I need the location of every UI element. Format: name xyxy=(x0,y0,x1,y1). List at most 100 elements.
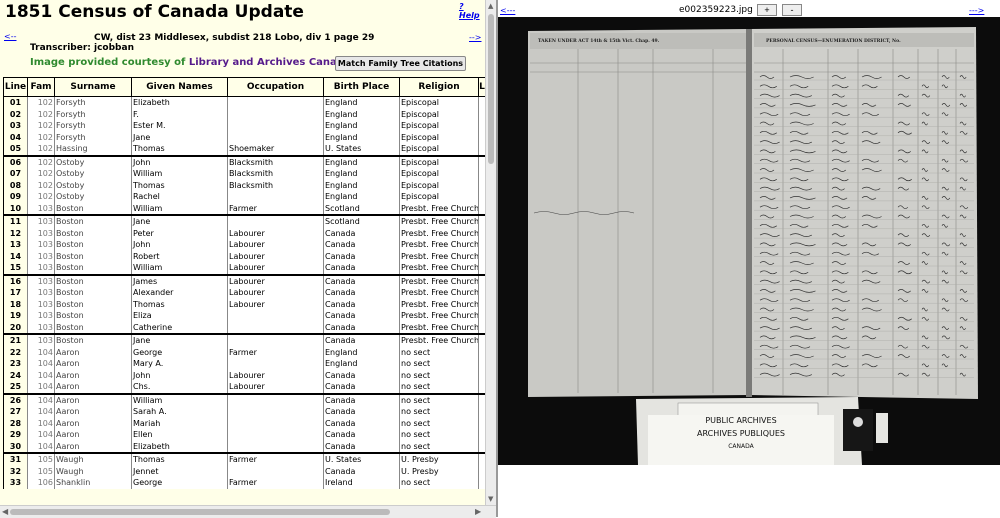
religion-cell[interactable]: no sect xyxy=(399,477,479,489)
birth-place-cell[interactable]: Canada xyxy=(323,310,400,322)
birth-place-cell[interactable]: England xyxy=(323,168,400,180)
birth-place-cell[interactable]: England xyxy=(323,191,400,203)
family-number-cell[interactable]: 104 xyxy=(27,369,55,381)
birth-place-cell[interactable]: Scotland xyxy=(323,214,400,228)
surname-cell[interactable]: Forsyth xyxy=(54,96,132,109)
occupation-cell[interactable] xyxy=(227,333,324,347)
surname-cell[interactable]: Ostoby xyxy=(54,168,132,180)
occupation-cell[interactable]: Labourer xyxy=(227,287,324,299)
surname-cell[interactable]: Ostoby xyxy=(54,154,132,168)
next-image-link[interactable]: ---> xyxy=(969,6,984,15)
surname-cell[interactable]: Forsyth xyxy=(54,131,132,143)
surname-cell[interactable]: Aaron xyxy=(54,417,132,429)
occupation-cell[interactable] xyxy=(227,131,324,143)
previous-image-link[interactable]: <--- xyxy=(500,6,515,15)
family-number-cell[interactable]: 103 xyxy=(27,310,55,322)
religion-cell[interactable]: Presbt. Free Church xyxy=(399,202,479,215)
given-names-cell[interactable]: William xyxy=(131,262,228,275)
occupation-cell[interactable] xyxy=(227,429,324,441)
given-names-cell[interactable]: Alexander xyxy=(131,287,228,299)
match-citations-button[interactable]: Match Family Tree Citations xyxy=(335,56,466,71)
scroll-left-arrow-icon[interactable]: ◀ xyxy=(2,507,8,516)
surname-cell[interactable]: Boston xyxy=(54,333,132,347)
surname-cell[interactable]: Aaron xyxy=(54,406,132,418)
religion-cell[interactable]: Episcopal xyxy=(399,108,479,120)
family-number-cell[interactable]: 103 xyxy=(27,273,55,287)
given-names-cell[interactable]: George xyxy=(131,477,228,489)
surname-cell[interactable]: Boston xyxy=(54,250,132,262)
surname-cell[interactable]: Boston xyxy=(54,239,132,251)
family-number-cell[interactable]: 104 xyxy=(27,406,55,418)
birth-place-cell[interactable]: Canada xyxy=(323,227,400,239)
given-names-cell[interactable]: William xyxy=(131,392,228,406)
census-page-image[interactable]: TAKEN UNDER ACT 14th & 15th Vict. Chap. … xyxy=(498,17,1000,465)
family-number-cell[interactable]: 103 xyxy=(27,287,55,299)
family-number-cell[interactable]: 102 xyxy=(27,143,55,156)
occupation-cell[interactable] xyxy=(227,406,324,418)
scroll-down-arrow-icon[interactable]: ▼ xyxy=(488,496,493,503)
surname-cell[interactable]: Ostoby xyxy=(54,179,132,191)
given-names-cell[interactable]: Thomas xyxy=(131,179,228,191)
surname-cell[interactable]: Aaron xyxy=(54,369,132,381)
religion-cell[interactable]: Presbt. Free Church xyxy=(399,214,479,228)
occupation-cell[interactable]: Shoemaker xyxy=(227,143,324,156)
occupation-cell[interactable]: Blacksmith xyxy=(227,179,324,191)
birth-place-cell[interactable]: Canada xyxy=(323,273,400,287)
occupation-cell[interactable]: Labourer xyxy=(227,262,324,275)
birth-place-cell[interactable]: Canada xyxy=(323,406,400,418)
occupation-cell[interactable]: Blacksmith xyxy=(227,154,324,168)
zoom-in-button[interactable]: + xyxy=(757,4,777,16)
family-number-cell[interactable]: 102 xyxy=(27,131,55,143)
family-number-cell[interactable]: 103 xyxy=(27,262,55,275)
surname-cell[interactable]: Shanklin xyxy=(54,477,132,489)
given-names-cell[interactable]: Ellen xyxy=(131,429,228,441)
surname-cell[interactable]: Boston xyxy=(54,273,132,287)
birth-place-cell[interactable]: England xyxy=(323,179,400,191)
occupation-cell[interactable]: Labourer xyxy=(227,273,324,287)
given-names-cell[interactable]: John xyxy=(131,154,228,168)
surname-cell[interactable]: Aaron xyxy=(54,358,132,370)
religion-cell[interactable]: no sect xyxy=(399,369,479,381)
horizontal-scroll-thumb[interactable] xyxy=(10,509,390,515)
given-names-cell[interactable]: Peter xyxy=(131,227,228,239)
birth-place-cell[interactable]: England xyxy=(323,346,400,358)
religion-cell[interactable]: Episcopal xyxy=(399,191,479,203)
given-names-cell[interactable]: Jane xyxy=(131,333,228,347)
birth-place-cell[interactable]: Canada xyxy=(323,417,400,429)
birth-place-cell[interactable]: Ireland xyxy=(323,477,400,489)
occupation-cell[interactable]: Labourer xyxy=(227,369,324,381)
occupation-cell[interactable] xyxy=(227,120,324,132)
religion-cell[interactable]: no sect xyxy=(399,440,479,453)
family-number-cell[interactable]: 104 xyxy=(27,417,55,429)
birth-place-cell[interactable]: England xyxy=(323,154,400,168)
surname-cell[interactable]: Boston xyxy=(54,262,132,275)
given-names-cell[interactable]: Elizabeth xyxy=(131,96,228,109)
family-number-cell[interactable]: 103 xyxy=(27,239,55,251)
help-link[interactable]: ? Help xyxy=(459,2,485,20)
birth-place-cell[interactable]: England xyxy=(323,108,400,120)
religion-cell[interactable]: Presbt. Free Church xyxy=(399,250,479,262)
given-names-cell[interactable]: Robert xyxy=(131,250,228,262)
religion-cell[interactable]: Presbt. Free Church xyxy=(399,310,479,322)
religion-cell[interactable]: Presbt. Free Church xyxy=(399,298,479,310)
religion-cell[interactable]: Presbt. Free Church xyxy=(399,227,479,239)
birth-place-cell[interactable]: Canada xyxy=(323,429,400,441)
occupation-cell[interactable] xyxy=(227,392,324,406)
scroll-right-arrow-icon[interactable]: ▶ xyxy=(475,507,481,516)
given-names-cell[interactable]: John xyxy=(131,239,228,251)
family-number-cell[interactable]: 102 xyxy=(27,96,55,109)
surname-cell[interactable]: Aaron xyxy=(54,392,132,406)
occupation-cell[interactable] xyxy=(227,191,324,203)
religion-cell[interactable]: Episcopal xyxy=(399,96,479,109)
family-number-cell[interactable]: 102 xyxy=(27,108,55,120)
surname-cell[interactable]: Boston xyxy=(54,287,132,299)
given-names-cell[interactable]: Elizabeth xyxy=(131,440,228,453)
family-number-cell[interactable]: 103 xyxy=(27,250,55,262)
family-number-cell[interactable]: 102 xyxy=(27,179,55,191)
occupation-cell[interactable] xyxy=(227,108,324,120)
birth-place-cell[interactable]: England xyxy=(323,358,400,370)
given-names-cell[interactable]: F. xyxy=(131,108,228,120)
occupation-cell[interactable] xyxy=(227,96,324,109)
surname-cell[interactable]: Waugh xyxy=(54,452,132,466)
occupation-cell[interactable]: Farmer xyxy=(227,452,324,466)
